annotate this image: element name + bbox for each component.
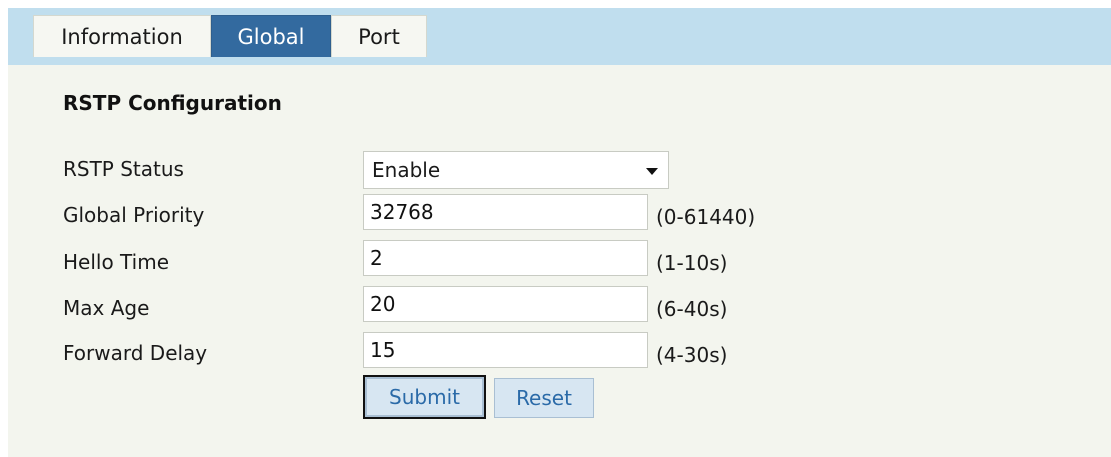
rstp-status-select[interactable]: Enable bbox=[363, 151, 669, 189]
chevron-down-icon bbox=[646, 168, 658, 175]
reset-button[interactable]: Reset bbox=[494, 378, 594, 418]
rstp-status-value: Enable bbox=[372, 158, 441, 182]
forward-delay-input[interactable] bbox=[363, 332, 648, 368]
tab-global[interactable]: Global bbox=[211, 15, 331, 57]
max-age-input[interactable] bbox=[363, 286, 648, 322]
forward-delay-label: Forward Delay bbox=[63, 341, 208, 365]
tab-port[interactable]: Port bbox=[331, 15, 427, 57]
global-priority-input[interactable] bbox=[363, 194, 648, 230]
hello-time-label: Hello Time bbox=[63, 250, 169, 274]
max-age-label: Max Age bbox=[63, 296, 150, 320]
global-priority-range: (0-61440) bbox=[656, 205, 756, 229]
max-age-range: (6-40s) bbox=[656, 297, 728, 321]
submit-button[interactable]: Submit bbox=[363, 375, 486, 419]
hello-time-range: (1-10s) bbox=[656, 251, 728, 275]
forward-delay-range: (4-30s) bbox=[656, 343, 728, 367]
rstp-status-label: RSTP Status bbox=[63, 157, 184, 181]
hello-time-input[interactable] bbox=[363, 240, 648, 276]
tab-information[interactable]: Information bbox=[33, 15, 211, 57]
section-title: RSTP Configuration bbox=[63, 91, 282, 115]
global-priority-label: Global Priority bbox=[63, 203, 205, 227]
